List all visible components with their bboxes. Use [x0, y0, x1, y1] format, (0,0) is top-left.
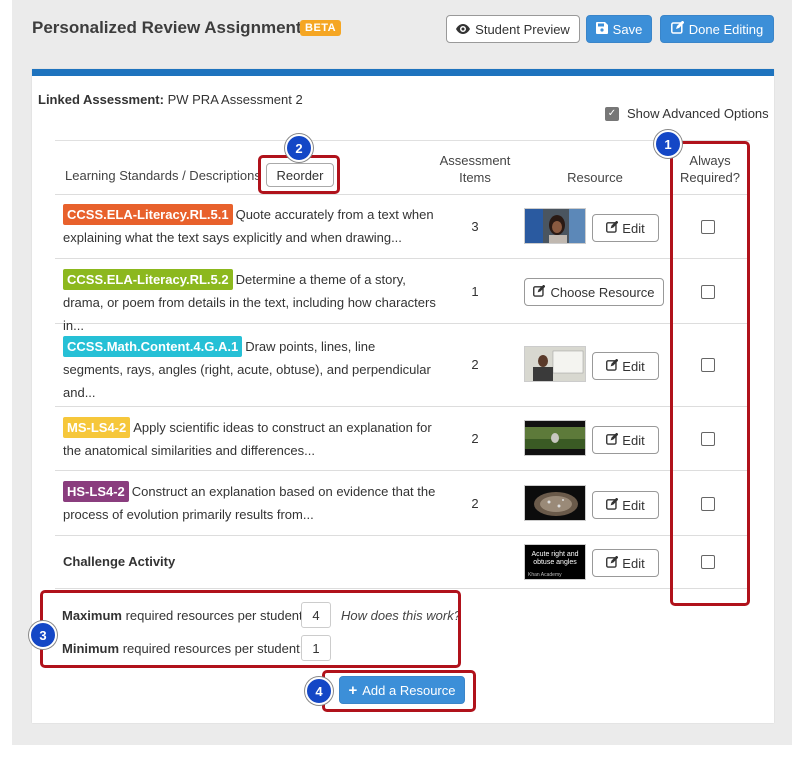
edit-label: Edit: [622, 358, 645, 374]
standard-description: MS-LS4-2 Apply scientific ideas to constr…: [63, 416, 438, 462]
save-label: Save: [612, 21, 643, 37]
edit-icon: [606, 497, 619, 513]
student-preview-label: Student Preview: [475, 21, 570, 37]
eye-icon: [456, 22, 471, 37]
edit-icon: [606, 555, 619, 571]
thumbnail-caption: Acute right and obtuse angles Khan Acade…: [525, 545, 585, 579]
assessment-items-count: 2: [471, 496, 479, 511]
edit-resource-button[interactable]: Edit: [592, 491, 659, 519]
table-row: MS-LS4-2 Apply scientific ideas to constr…: [55, 407, 750, 471]
assessment-items-count: 3: [471, 219, 479, 234]
linked-assessment-value: PW PRA Assessment 2: [167, 92, 303, 107]
standard-description: CCSS.Math.Content.4.G.A.1 Draw points, li…: [63, 335, 438, 404]
edit-icon: [606, 432, 619, 448]
student-preview-button[interactable]: Student Preview: [446, 15, 580, 43]
floppy-disk-icon: [595, 21, 608, 37]
callout-box-limits: [40, 590, 461, 668]
standard-code-badge: CCSS.Math.Content.4.G.A.1: [63, 336, 243, 357]
done-editing-label: Done Editing: [688, 21, 764, 37]
linked-assessment-label: Linked Assessment:: [38, 92, 164, 107]
callout-number-2: 2: [285, 134, 313, 162]
resource-thumbnail[interactable]: [524, 420, 586, 456]
edit-label: Edit: [622, 497, 645, 513]
save-button[interactable]: Save: [586, 15, 652, 43]
choose-resource-label: Choose Resource: [550, 284, 655, 300]
edit-label: Edit: [622, 555, 645, 571]
standard-description: CCSS.ELA-Literacy.RL.5.1 Quote accurately…: [63, 203, 438, 249]
table-row: CCSS.Math.Content.4.G.A.1 Draw points, li…: [55, 324, 750, 407]
edit-resource-button[interactable]: Edit: [592, 214, 659, 242]
callout-number-1: 1: [654, 130, 682, 158]
standard-code-badge: MS-LS4-2: [63, 417, 131, 438]
standard-description: HS-LS4-2 Construct an explanation based o…: [63, 480, 438, 526]
assessment-items-header-line1: Assessment: [439, 153, 511, 168]
standard-code-badge: CCSS.ELA-Literacy.RL.5.1: [63, 204, 233, 225]
table-row: CCSS.ELA-Literacy.RL.5.1 Quote accurately…: [55, 195, 750, 259]
edit-icon: [606, 220, 619, 236]
table-row: CCSS.ELA-Literacy.RL.5.2 Determine a them…: [55, 259, 750, 333]
edit-icon: [670, 20, 685, 37]
callout-number-3: 3: [29, 621, 57, 649]
edit-label: Edit: [622, 220, 645, 236]
edit-resource-button[interactable]: Edit: [592, 426, 659, 454]
callout-box-add-resource: [322, 670, 476, 712]
table-header: Learning Standards / Descriptions Reorde…: [55, 140, 750, 195]
resource-thumbnail[interactable]: Acute right and obtuse angles Khan Acade…: [524, 544, 586, 580]
resource-thumbnail[interactable]: [524, 208, 586, 244]
beta-badge: BETA: [300, 20, 342, 36]
challenge-activity-label: Challenge Activity: [63, 554, 176, 569]
standards-column-header: Learning Standards / Descriptions: [65, 168, 261, 183]
edit-resource-button[interactable]: Edit: [592, 549, 659, 577]
assessment-items-column-header: Assessment Items: [435, 152, 515, 186]
callout-number-4: 4: [305, 677, 333, 705]
edit-icon: [533, 284, 546, 300]
choose-resource-button[interactable]: Choose Resource: [524, 278, 664, 306]
thumbnail-caption-line3: Khan Academy: [528, 572, 562, 578]
thumbnail-caption-line1: Acute right and: [531, 551, 579, 558]
table-row: Challenge Activity Acute right and obtus…: [55, 536, 750, 589]
resource-column-header: Resource: [567, 170, 623, 185]
resource-thumbnail[interactable]: [524, 346, 586, 382]
edit-icon: [606, 358, 619, 374]
resource-thumbnail[interactable]: [524, 485, 586, 521]
page-title: Personalized Review Assignment: [32, 18, 302, 37]
assessment-items-count: 1: [471, 284, 479, 299]
assessment-items-count: 2: [471, 357, 479, 372]
advanced-options-label: Show Advanced Options: [627, 106, 769, 121]
edit-resource-button[interactable]: Edit: [592, 352, 659, 380]
table-row: HS-LS4-2 Construct an explanation based o…: [55, 471, 750, 536]
standard-code-badge: CCSS.ELA-Literacy.RL.5.2: [63, 269, 233, 290]
advanced-options-checkbox[interactable]: ✓: [605, 106, 619, 121]
assessment-items-header-line2: Items: [459, 170, 491, 185]
standard-code-badge: HS-LS4-2: [63, 481, 129, 502]
show-advanced-options[interactable]: ✓ Show Advanced Options: [605, 106, 769, 121]
thumbnail-caption-line2: obtuse angles: [533, 559, 577, 566]
callout-box-always-required: [670, 141, 750, 606]
linked-assessment: Linked Assessment: PW PRA Assessment 2: [38, 92, 303, 107]
done-editing-button[interactable]: Done Editing: [660, 15, 774, 43]
edit-label: Edit: [622, 432, 645, 448]
assessment-items-count: 2: [471, 431, 479, 446]
